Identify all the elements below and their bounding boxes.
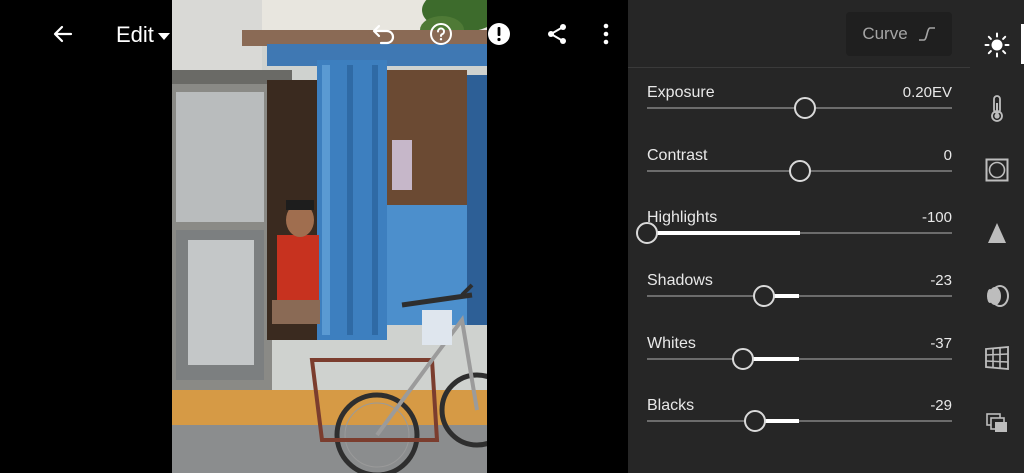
share-icon [548,24,566,44]
share-button[interactable] [540,17,574,51]
photo-image [172,0,487,473]
top-toolbar: Edit [0,0,628,68]
tool-rail [970,0,1024,473]
slider-handle[interactable] [793,97,816,119]
effects-vignette-icon [985,158,1009,182]
tool-geometry[interactable] [970,330,1024,386]
light-icon [984,32,1010,58]
slider-blacks[interactable]: Blacks -29 [647,397,952,447]
more-options-button[interactable] [589,17,623,51]
tool-versions[interactable] [970,395,1024,451]
slider-label: Contrast [647,147,708,164]
slider-handle[interactable] [744,410,767,432]
slider-exposure[interactable]: Exposure 0.20EV [647,84,952,134]
curve-button[interactable]: Curve [846,12,952,56]
photo-preview[interactable] [172,0,487,473]
tool-light[interactable] [970,17,1024,73]
slider-value: -100 [921,209,952,226]
caret-down-icon [157,32,170,40]
detail-icon [988,223,1006,243]
slider-whites[interactable]: Whites -37 [647,335,952,385]
slider-label: Exposure [647,84,715,101]
slider-value: 0 [943,147,952,164]
light-adjustments-panel: Curve Exposure 0.20EV Contrast 0 Highlig… [628,0,970,473]
tool-detail[interactable] [970,205,1024,261]
undo-button[interactable] [366,17,400,51]
tool-optics[interactable] [970,268,1024,324]
geometry-icon [985,346,1009,370]
slider-fill [647,231,800,235]
back-button[interactable] [46,17,80,51]
slider-value: -23 [930,272,952,289]
tool-effects[interactable] [970,142,1024,198]
curve-icon [918,27,935,41]
slider-label: Highlights [647,209,718,226]
curve-label: Curve [862,24,908,43]
slider-shadows[interactable]: Shadows -23 [647,272,952,322]
slider-highlights[interactable]: Highlights -100 [636,209,952,259]
slider-track[interactable] [647,295,952,297]
slider-label: Shadows [647,272,713,289]
slider-value: -37 [930,335,952,352]
tool-color[interactable] [970,80,1024,136]
arrow-left-icon [53,25,73,43]
more-vertical-icon [603,23,609,45]
edit-mode-dropdown[interactable]: Edit [116,20,170,50]
slider-track[interactable] [647,358,952,360]
edit-mode-label: Edit [116,22,154,47]
slider-handle[interactable] [788,160,811,182]
versions-icon [986,413,1007,432]
photo-canvas-area [0,0,628,473]
help-icon [430,23,452,45]
slider-value: -29 [930,397,952,414]
slider-label: Whites [647,335,696,352]
alert-button[interactable] [482,17,516,51]
slider-contrast[interactable]: Contrast 0 [647,147,952,197]
slider-handle[interactable] [636,222,658,244]
panel-header: Curve [628,0,970,68]
slider-value: 0.20EV [902,84,952,101]
color-temperature-icon [991,95,1003,122]
slider-handle[interactable] [732,348,755,370]
slider-label: Blacks [647,397,695,414]
slider-track[interactable] [647,420,952,422]
undo-icon [372,24,395,45]
optics-icon [987,285,1009,307]
alert-icon [488,23,510,45]
slider-handle[interactable] [753,285,776,307]
help-button[interactable] [424,17,458,51]
